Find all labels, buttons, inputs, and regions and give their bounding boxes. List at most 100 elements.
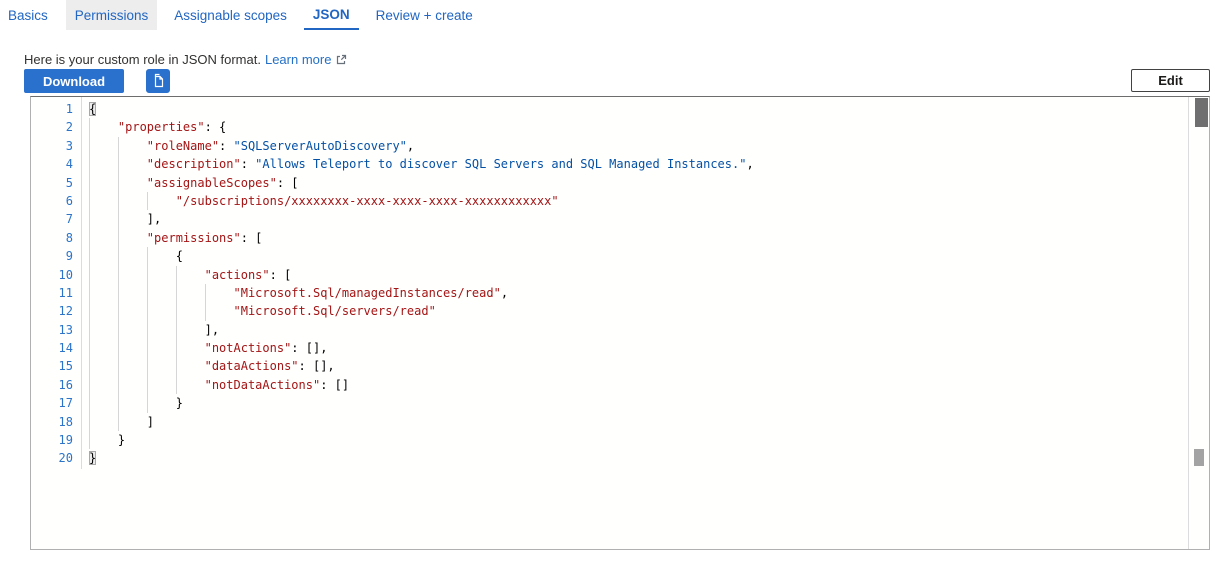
- indent-guide: [118, 155, 119, 173]
- scrollbar-thumb[interactable]: [1195, 98, 1208, 127]
- indent-guide: [147, 266, 148, 284]
- indent-guide: [176, 376, 177, 394]
- edit-button[interactable]: Edit: [1131, 69, 1210, 92]
- indent-guide: [89, 266, 90, 284]
- indent-guide: [118, 266, 119, 284]
- code-text: "notActions": [],: [89, 339, 327, 357]
- learn-more-link[interactable]: Learn more: [265, 52, 331, 67]
- indent-guide: [176, 302, 177, 320]
- line-number: 17: [31, 394, 73, 412]
- line-number: 3: [31, 137, 73, 155]
- line-number: 6: [31, 192, 73, 210]
- copy-icon: [150, 73, 166, 89]
- indent-guide: [147, 302, 148, 320]
- line-number: 1: [31, 100, 73, 118]
- code-text: ],: [89, 321, 219, 339]
- indent-guide: [89, 284, 90, 302]
- tab-bar: Basics Permissions Assignable scopes JSO…: [0, 0, 490, 30]
- code-text: }: [89, 394, 183, 412]
- code-text: {: [89, 100, 96, 118]
- indent-guide: [89, 192, 90, 210]
- code-text: "description": "Allows Teleport to disco…: [89, 155, 754, 173]
- indent-guide: [118, 210, 119, 228]
- code-text: ]: [89, 413, 154, 431]
- indent-guide: [118, 339, 119, 357]
- tab-assignable-scopes[interactable]: Assignable scopes: [165, 0, 296, 30]
- indent-guide: [176, 357, 177, 375]
- code-line: 18 ]: [31, 413, 1187, 431]
- code-line: 13 ],: [31, 321, 1187, 339]
- code-text: "assignableScopes": [: [89, 174, 299, 192]
- download-button[interactable]: Download: [24, 69, 124, 93]
- code-text: "actions": [: [89, 266, 291, 284]
- line-number: 12: [31, 302, 73, 320]
- scrollbar-rail: [1188, 97, 1209, 549]
- code-text: "roleName": "SQLServerAutoDiscovery",: [89, 137, 414, 155]
- indent-guide: [89, 137, 90, 155]
- indent-guide: [176, 321, 177, 339]
- code-text: "notDataActions": []: [89, 376, 349, 394]
- json-code-editor[interactable]: 1{2 "properties": {3 "roleName": "SQLSer…: [30, 96, 1210, 550]
- tab-json[interactable]: JSON: [304, 0, 359, 30]
- indent-guide: [205, 302, 206, 320]
- indent-guide: [118, 376, 119, 394]
- code-text: "permissions": [: [89, 229, 262, 247]
- code-text: {: [89, 247, 183, 265]
- custom-role-json-page: Basics Permissions Assignable scopes JSO…: [0, 0, 1216, 561]
- indent-guide: [176, 266, 177, 284]
- indent-guide: [205, 284, 206, 302]
- code-line: 14 "notActions": [],: [31, 339, 1187, 357]
- indent-guide: [89, 302, 90, 320]
- line-number: 16: [31, 376, 73, 394]
- code-text: "Microsoft.Sql/managedInstances/read",: [89, 284, 508, 302]
- indent-guide: [118, 174, 119, 192]
- indent-guide: [118, 321, 119, 339]
- indent-guide: [89, 210, 90, 228]
- code-text: "Microsoft.Sql/servers/read": [89, 302, 436, 320]
- indent-guide: [89, 357, 90, 375]
- line-number: 18: [31, 413, 73, 431]
- indent-guide: [89, 394, 90, 412]
- indent-guide: [147, 394, 148, 412]
- tab-basics[interactable]: Basics: [0, 0, 57, 30]
- indent-guide: [118, 413, 119, 431]
- code-line: 17 }: [31, 394, 1187, 412]
- indent-guide: [147, 247, 148, 265]
- line-number: 19: [31, 431, 73, 449]
- code-text: ],: [89, 210, 161, 228]
- line-number: 14: [31, 339, 73, 357]
- indent-guide: [147, 339, 148, 357]
- indent-guide: [89, 431, 90, 449]
- code-line: 20}: [31, 449, 1187, 467]
- line-number: 10: [31, 266, 73, 284]
- indent-guide: [118, 284, 119, 302]
- line-number: 8: [31, 229, 73, 247]
- indent-guide: [89, 413, 90, 431]
- code-line: 5 "assignableScopes": [: [31, 174, 1187, 192]
- line-number: 13: [31, 321, 73, 339]
- copy-button[interactable]: [146, 69, 170, 93]
- indent-guide: [118, 137, 119, 155]
- indent-guide: [147, 357, 148, 375]
- code-line: 8 "permissions": [: [31, 229, 1187, 247]
- indent-guide: [118, 247, 119, 265]
- line-number: 11: [31, 284, 73, 302]
- line-number: 5: [31, 174, 73, 192]
- tab-review-create[interactable]: Review + create: [367, 0, 482, 30]
- line-number: 15: [31, 357, 73, 375]
- indent-guide: [176, 339, 177, 357]
- external-link-icon: [336, 53, 347, 68]
- indent-guide: [147, 376, 148, 394]
- indent-guide: [89, 247, 90, 265]
- code-line: 1{: [31, 100, 1187, 118]
- code-lines: 1{2 "properties": {3 "roleName": "SQLSer…: [31, 97, 1187, 549]
- line-number: 7: [31, 210, 73, 228]
- code-text: }: [89, 449, 96, 467]
- code-text: }: [89, 431, 125, 449]
- code-text: "dataActions": [],: [89, 357, 335, 375]
- code-line: 6 "/subscriptions/xxxxxxxx-xxxx-xxxx-xxx…: [31, 192, 1187, 210]
- code-line: 16 "notDataActions": []: [31, 376, 1187, 394]
- tab-permissions[interactable]: Permissions: [66, 0, 158, 30]
- overview-ruler-cursor-mark: [1194, 449, 1204, 466]
- indent-guide: [89, 321, 90, 339]
